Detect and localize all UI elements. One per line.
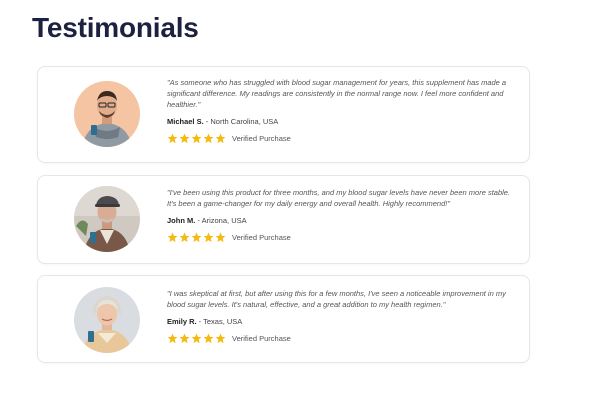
man-with-scarf-avatar bbox=[74, 81, 140, 147]
star-icon bbox=[191, 333, 202, 344]
testimonial-author: Emily R. - Texas, USA bbox=[167, 317, 519, 327]
rating-row: Verified Purchase bbox=[167, 133, 519, 144]
testimonial-content: "As someone who has struggled with blood… bbox=[167, 77, 519, 144]
star-icon bbox=[167, 133, 178, 144]
page-title: Testimonials bbox=[32, 12, 199, 43]
author-name: John M. bbox=[167, 216, 196, 225]
testimonial-quote: "As someone who has struggled with blood… bbox=[167, 78, 507, 109]
star-icon bbox=[203, 232, 214, 243]
star-icon bbox=[215, 232, 226, 243]
star-icon bbox=[191, 232, 202, 243]
older-man-with-cap-avatar bbox=[74, 186, 140, 252]
verified-purchase-label: Verified Purchase bbox=[232, 134, 291, 143]
author-name: Michael S. bbox=[167, 117, 204, 126]
star-icon bbox=[215, 133, 226, 144]
testimonial-quote: "I've been using this product for three … bbox=[167, 188, 511, 208]
star-icon bbox=[203, 133, 214, 144]
testimonial-quote: "I was skeptical at first, but after usi… bbox=[167, 289, 506, 309]
testimonial-card: "I was skeptical at first, but after usi… bbox=[37, 275, 530, 363]
author-location: - Arizona, USA bbox=[195, 216, 247, 225]
testimonial-content: "I was skeptical at first, but after usi… bbox=[167, 288, 519, 344]
star-rating bbox=[167, 133, 226, 144]
testimonial-card: "As someone who has struggled with blood… bbox=[37, 66, 530, 163]
author-name: Emily R. bbox=[167, 317, 197, 326]
author-location: - North Carolina, USA bbox=[203, 117, 279, 126]
star-rating bbox=[167, 333, 226, 344]
star-icon bbox=[167, 232, 178, 243]
author-location: - Texas, USA bbox=[196, 317, 243, 326]
star-rating bbox=[167, 232, 226, 243]
verified-purchase-label: Verified Purchase bbox=[232, 233, 291, 242]
star-icon bbox=[179, 232, 190, 243]
testimonial-author: John M. - Arizona, USA bbox=[167, 216, 519, 226]
star-icon bbox=[167, 333, 178, 344]
testimonial-content: "I've been using this product for three … bbox=[167, 187, 519, 243]
star-icon bbox=[179, 333, 190, 344]
verified-purchase-label: Verified Purchase bbox=[232, 334, 291, 343]
testimonial-author: Michael S. - North Carolina, USA bbox=[167, 117, 519, 127]
star-icon bbox=[203, 333, 214, 344]
rating-row: Verified Purchase bbox=[167, 232, 519, 243]
star-icon bbox=[179, 133, 190, 144]
star-icon bbox=[191, 133, 202, 144]
rating-row: Verified Purchase bbox=[167, 333, 519, 344]
older-woman-avatar bbox=[74, 287, 140, 353]
testimonial-card: "I've been using this product for three … bbox=[37, 175, 530, 264]
star-icon bbox=[215, 333, 226, 344]
